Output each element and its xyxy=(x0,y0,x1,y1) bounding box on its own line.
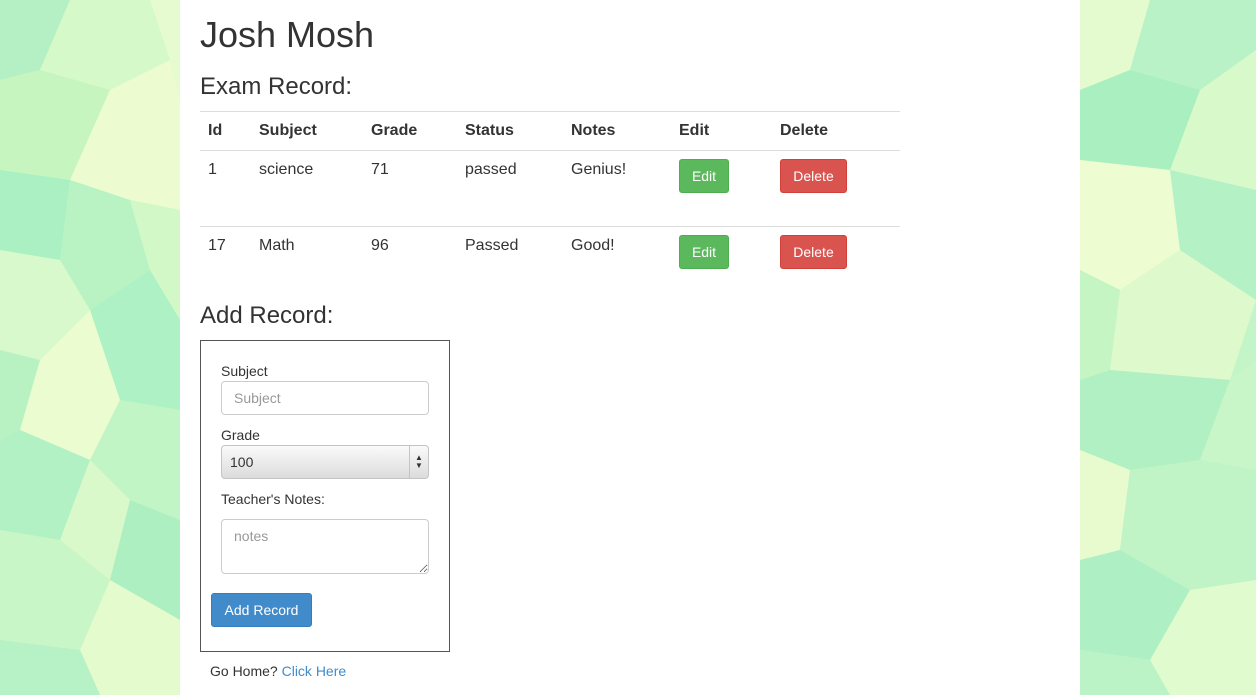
delete-button[interactable]: Delete xyxy=(780,235,847,269)
grade-select[interactable]: 100 ▲ ▼ xyxy=(221,445,429,479)
go-home-link[interactable]: Click Here xyxy=(282,663,347,679)
add-record-heading: Add Record: xyxy=(200,302,334,329)
record-delete-cell: Delete xyxy=(772,226,900,302)
page-title: Josh Mosh xyxy=(200,14,375,55)
select-arrows-icon: ▲ ▼ xyxy=(409,446,428,478)
table-header-row: Id Subject Grade Status Notes Edit Delet… xyxy=(200,111,900,151)
column-header-id: Id xyxy=(200,111,251,151)
record-subject: Math xyxy=(251,226,363,302)
record-grade: 96 xyxy=(363,226,457,302)
notes-textarea[interactable] xyxy=(221,519,429,574)
table-row: 17 Math 96 Passed Good! Edit Delete xyxy=(200,226,900,302)
grade-label: Grade xyxy=(221,427,260,443)
subject-input[interactable] xyxy=(221,381,429,415)
delete-button[interactable]: Delete xyxy=(780,159,847,193)
go-home-footer: Go Home? Click Here xyxy=(210,663,346,679)
subject-label: Subject xyxy=(221,363,268,379)
grade-select-value: 100 xyxy=(230,454,254,470)
add-record-button[interactable]: Add Record xyxy=(211,593,312,627)
table-row: 1 science 71 passed Genius! Edit Delete xyxy=(200,150,900,227)
record-notes: Genius! xyxy=(563,150,671,227)
exam-record-table: Id Subject Grade Status Notes Edit Delet… xyxy=(200,111,900,302)
edit-button[interactable]: Edit xyxy=(679,159,729,193)
column-header-subject: Subject xyxy=(251,111,363,151)
record-notes: Good! xyxy=(563,226,671,302)
column-header-edit: Edit xyxy=(671,111,772,151)
main-container: Josh Mosh Exam Record: Id Subject Grade … xyxy=(180,0,1080,695)
record-status: Passed xyxy=(457,226,563,302)
column-header-delete: Delete xyxy=(772,111,900,151)
column-header-notes: Notes xyxy=(563,111,671,151)
column-header-grade: Grade xyxy=(363,111,457,151)
record-edit-cell: Edit xyxy=(671,150,772,227)
notes-label: Teacher's Notes: xyxy=(221,491,325,507)
column-header-status: Status xyxy=(457,111,563,151)
record-edit-cell: Edit xyxy=(671,226,772,302)
go-home-prompt: Go Home? xyxy=(210,663,278,679)
add-record-form: Subject Grade 100 ▲▼ Teacher's Notes: Ad… xyxy=(200,340,450,652)
edit-button[interactable]: Edit xyxy=(679,235,729,269)
record-subject: science xyxy=(251,150,363,227)
record-status: passed xyxy=(457,150,563,227)
exam-record-heading: Exam Record: xyxy=(200,73,353,100)
record-delete-cell: Delete xyxy=(772,150,900,227)
record-id: 17 xyxy=(200,226,251,302)
record-id: 1 xyxy=(200,150,251,227)
record-grade: 71 xyxy=(363,150,457,227)
